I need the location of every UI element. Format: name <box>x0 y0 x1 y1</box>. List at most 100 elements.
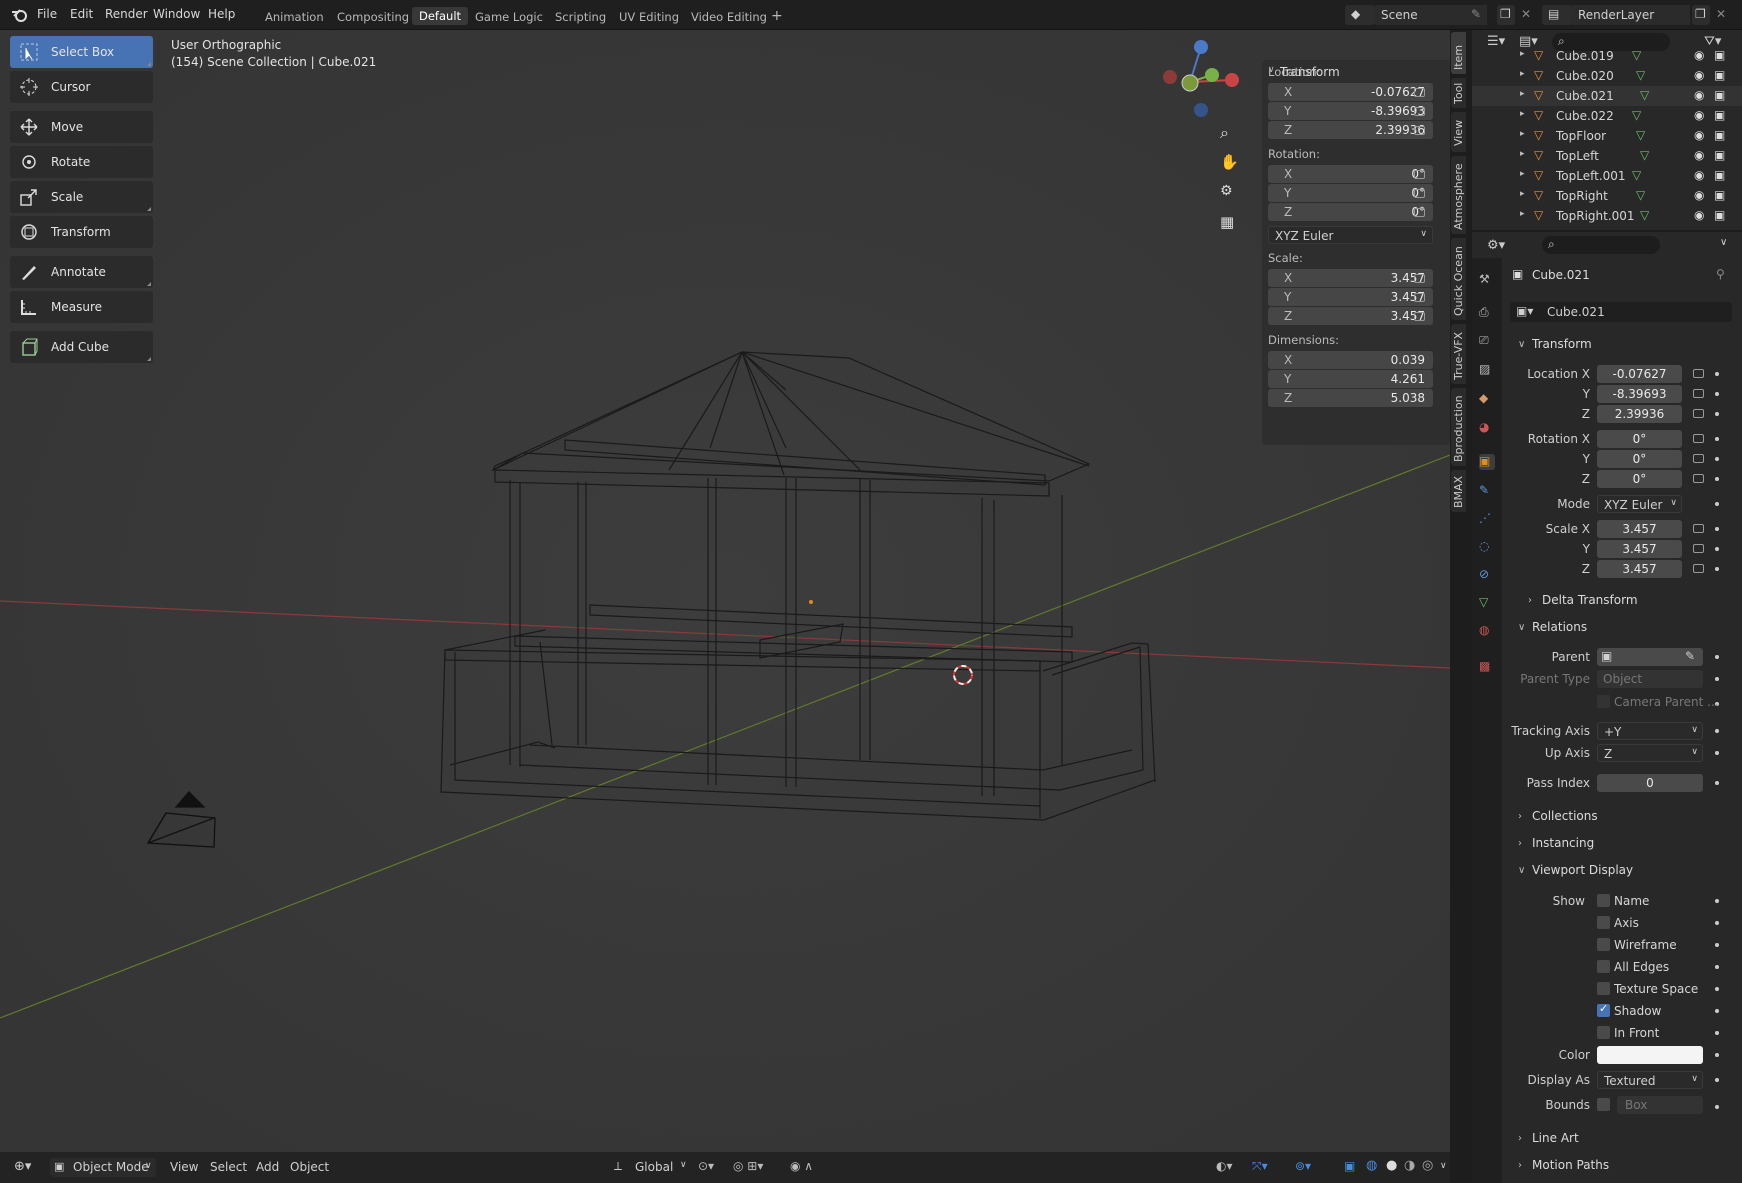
tracking-axis-select[interactable]: +Y ∨ <box>1597 722 1703 740</box>
camera-icon[interactable]: ▣ <box>1714 128 1725 142</box>
outliner-item[interactable]: ▸ ▽ Cube.019 ▽ ◉ ▣ <box>1472 46 1742 66</box>
show-all-edges-checkbox[interactable] <box>1597 960 1610 973</box>
rotation-x-field[interactable]: X 0° <box>1268 165 1433 183</box>
rotation-z-field[interactable]: Z 0° <box>1268 203 1433 221</box>
menu-view[interactable]: View <box>170 1160 198 1174</box>
prop-rotation-y-field[interactable]: 0° <box>1597 450 1682 468</box>
tool-scale[interactable]: Scale <box>10 181 153 213</box>
expand-arrow-icon[interactable]: ▸ <box>1520 129 1525 139</box>
prop-scale-z-field[interactable]: 3.457 <box>1597 560 1682 578</box>
mesh-data-icon[interactable]: ▽ <box>1632 108 1641 122</box>
world-properties-icon[interactable]: ◕ <box>1479 420 1495 436</box>
keyframe-dot-icon[interactable] <box>1715 965 1719 969</box>
properties-editor-icon[interactable]: ⚙▾ <box>1487 238 1505 253</box>
camera-icon[interactable]: ▣ <box>1714 48 1725 62</box>
tab-uv-editing[interactable]: UV Editing <box>619 10 679 24</box>
new-layer-button[interactable]: ❐ <box>1692 5 1710 25</box>
snap-icon[interactable]: ◎ ⊞▾ <box>733 1159 763 1173</box>
camera-icon[interactable]: ▣ <box>1714 68 1725 82</box>
outliner-item[interactable]: ▸ ▽ Cube.022 ▽ ◉ ▣ <box>1472 106 1742 126</box>
lock-icon[interactable] <box>1414 274 1425 283</box>
keyframe-dot-icon[interactable] <box>1715 392 1719 396</box>
outliner-item[interactable]: ▸ ▽ TopLeft ▽ ◉ ▣ <box>1472 146 1742 166</box>
expand-arrow-icon[interactable]: ▸ <box>1520 109 1525 119</box>
eye-icon[interactable]: ◉ <box>1694 68 1704 82</box>
solid-shading-icon[interactable]: ● <box>1386 1158 1397 1173</box>
dimensions-x-field[interactable]: X 0.039 <box>1268 351 1433 369</box>
tab-default[interactable]: Default <box>412 7 469 25</box>
keyframe-dot-icon[interactable] <box>1715 1009 1719 1013</box>
close-layer-icon[interactable]: ✕ <box>1716 7 1726 21</box>
parent-field[interactable]: ▣ ✎ <box>1597 648 1703 666</box>
tool-rotate[interactable]: Rotate <box>10 146 153 178</box>
render-properties-icon[interactable]: ⎙ <box>1479 305 1495 321</box>
keyframe-dot-icon[interactable] <box>1715 729 1719 733</box>
outliner-item[interactable]: ▸ ▽ TopRight ▽ ◉ ▣ <box>1472 186 1742 206</box>
camera-icon[interactable]: ▣ <box>1714 148 1725 162</box>
menu-help[interactable]: Help <box>208 7 235 21</box>
menu-render[interactable]: Render <box>105 7 148 21</box>
show-wireframe-checkbox[interactable] <box>1597 938 1610 951</box>
eye-icon[interactable]: ◉ <box>1694 208 1704 222</box>
keyframe-dot-icon[interactable] <box>1715 1053 1719 1057</box>
3d-viewport[interactable]: User Orthographic (154) Scene Collection… <box>0 30 1450 1152</box>
wireframe-shading-icon[interactable]: ◍ <box>1366 1158 1377 1173</box>
expand-arrow-icon[interactable]: ▸ <box>1520 89 1525 99</box>
lock-icon[interactable] <box>1414 88 1425 97</box>
rendered-shading-icon[interactable]: ◎ <box>1422 1158 1433 1173</box>
visibility-icon[interactable]: ◐▾ <box>1216 1159 1233 1173</box>
lock-icon[interactable] <box>1693 434 1704 443</box>
tab-quick-ocean[interactable]: Quick Ocean <box>1451 238 1466 320</box>
tab-item[interactable]: Item <box>1451 32 1466 74</box>
pin-icon[interactable]: ⚲ <box>1716 267 1725 281</box>
outliner-item[interactable]: ▸ ▽ TopFloor ▽ ◉ ▣ <box>1472 126 1742 146</box>
keyframe-dot-icon[interactable] <box>1715 921 1719 925</box>
menu-window[interactable]: Window <box>153 7 200 21</box>
material-shading-icon[interactable]: ◑ <box>1404 1158 1415 1173</box>
tab-atmosphere[interactable]: Atmosphere <box>1451 156 1466 234</box>
rotation-mode-select[interactable]: XYZ Euler ∨ <box>1597 495 1682 513</box>
line-art-section-header[interactable]: › Line Art <box>1510 1126 1736 1150</box>
outliner-item[interactable]: ▸ ▽ Cube.021 ▽ ◉ ▣ <box>1472 86 1742 106</box>
keyframe-dot-icon[interactable] <box>1715 1031 1719 1035</box>
keyframe-dot-icon[interactable] <box>1715 477 1719 481</box>
lock-icon[interactable] <box>1693 454 1704 463</box>
view-layer-selector[interactable]: ▤ <box>1542 5 1572 25</box>
particles-icon[interactable]: ⋰ <box>1479 511 1495 527</box>
menu-file[interactable]: File <box>37 7 57 21</box>
eye-icon[interactable]: ◉ <box>1694 128 1704 142</box>
transform-section-header[interactable]: ∨ Transform <box>1510 332 1736 356</box>
chevron-down-icon[interactable]: ∨ <box>1440 1161 1447 1171</box>
tool-select-box[interactable]: Select Box <box>10 36 153 68</box>
bounds-checkbox[interactable] <box>1597 1098 1610 1111</box>
collections-section-header[interactable]: › Collections <box>1510 804 1736 828</box>
menu-object[interactable]: Object <box>290 1160 329 1174</box>
eye-icon[interactable]: ◉ <box>1694 188 1704 202</box>
scene-properties-icon[interactable]: ◆ <box>1479 391 1495 407</box>
render-layer-field[interactable]: RenderLayer <box>1572 5 1690 25</box>
keyframe-dot-icon[interactable] <box>1715 547 1719 551</box>
blender-logo-icon[interactable] <box>11 8 27 22</box>
camera-view-icon[interactable]: ⚙ <box>1220 183 1233 199</box>
menu-add[interactable]: Add <box>256 1160 279 1174</box>
object-properties-icon[interactable]: ▣ <box>1479 454 1495 470</box>
new-scene-button[interactable]: ❐ <box>1497 5 1515 25</box>
display-as-select[interactable]: Textured ∨ <box>1597 1071 1703 1089</box>
eye-icon[interactable]: ◉ <box>1694 48 1704 62</box>
tool-move[interactable]: Move <box>10 111 153 143</box>
keyframe-dot-icon[interactable] <box>1715 1078 1719 1082</box>
expand-arrow-icon[interactable]: ▸ <box>1520 169 1525 179</box>
show-shadow-checkbox[interactable]: ✓ <box>1597 1002 1610 1017</box>
data-properties-icon[interactable]: ▽ <box>1479 595 1495 611</box>
tool-annotate[interactable]: Annotate <box>10 256 153 288</box>
keyframe-dot-icon[interactable] <box>1715 372 1719 376</box>
proportional-edit-icon[interactable]: ◉ ∧ <box>790 1159 813 1173</box>
camera-icon[interactable]: ▣ <box>1714 108 1725 122</box>
mesh-data-icon[interactable]: ▽ <box>1636 128 1645 142</box>
tab-tool[interactable]: Tool <box>1451 78 1466 108</box>
object-name-field[interactable]: ▣▾ Cube.021 <box>1510 302 1732 322</box>
close-scene-icon[interactable]: ✕ <box>1521 7 1531 21</box>
outliner-item[interactable]: ▸ ▽ TopLeft.001 ▽ ◉ ▣ <box>1472 166 1742 186</box>
location-z-field[interactable]: Z 2.39936 <box>1268 121 1433 139</box>
scene-selector[interactable]: ◆ <box>1345 5 1375 25</box>
